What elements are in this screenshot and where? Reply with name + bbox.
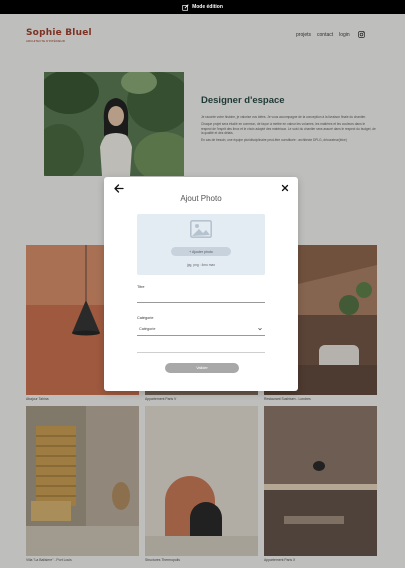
edit-mode-label: Mode édition <box>192 4 223 10</box>
pen-icon <box>182 3 189 11</box>
validate-button[interactable]: Valider <box>165 363 239 373</box>
close-icon[interactable] <box>281 184 289 192</box>
edit-mode-bar: Mode édition <box>0 0 405 14</box>
chevron-down-icon <box>258 328 262 331</box>
modal-title: Ajout Photo <box>180 194 222 203</box>
image-icon <box>190 220 212 238</box>
modal-divider <box>137 352 265 353</box>
category-field-label: Catégorie <box>137 316 154 320</box>
add-photo-button[interactable]: + Ajouter photo <box>171 247 231 256</box>
category-select-value: Catégorie <box>139 327 156 331</box>
title-field[interactable] <box>137 302 265 303</box>
category-select[interactable]: Catégorie <box>137 323 265 336</box>
photo-upload-zone[interactable]: + Ajouter photo jpg, png : 4mo max <box>137 214 265 275</box>
add-photo-modal: Ajout Photo + Ajouter photo jpg, png : 4… <box>104 177 298 391</box>
upload-hint: jpg, png : 4mo max <box>186 263 216 267</box>
arrow-left-icon[interactable] <box>114 184 124 193</box>
title-field-label: Titre <box>137 285 145 289</box>
